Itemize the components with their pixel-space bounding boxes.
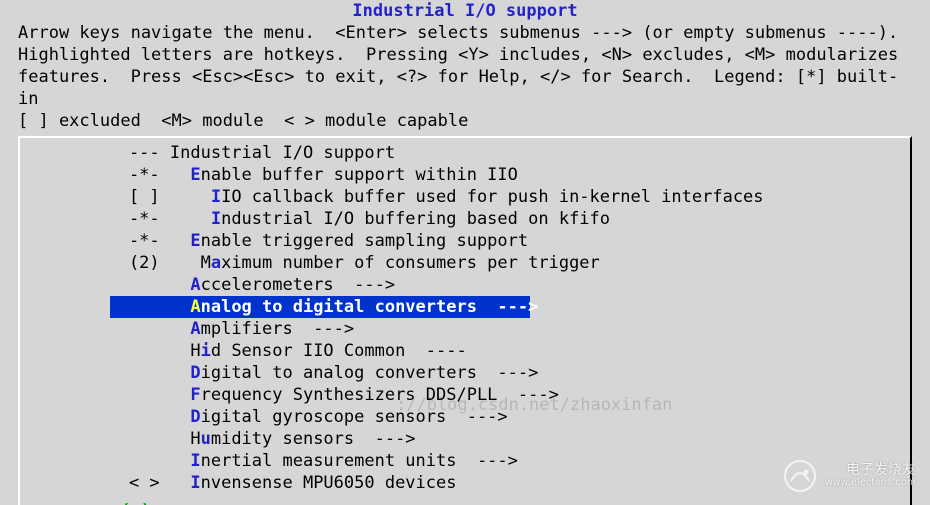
- menu-item[interactable]: Digital gyroscope sensors --->: [18, 406, 912, 428]
- menu-label: d Sensor IIO Common ----: [211, 341, 467, 361]
- menu-item[interactable]: (2) Maximum number of consumers per trig…: [18, 252, 912, 274]
- hotkey: i: [201, 341, 211, 361]
- menu-item[interactable]: -*- Enable triggered sampling support: [18, 230, 912, 252]
- menu-label: igital gyroscope sensors --->: [201, 407, 508, 427]
- hotkey: D: [190, 363, 200, 383]
- menu-item[interactable]: [ ] IIO callback buffer used for push in…: [18, 186, 912, 208]
- menu-label: ndustrial I/O buffering based on kfifo: [221, 209, 610, 229]
- menu-item[interactable]: Accelerometers --->: [18, 274, 912, 296]
- hotkey: I: [211, 187, 221, 207]
- hotkey: F: [190, 385, 200, 405]
- menu-prefix: H: [88, 429, 201, 449]
- hotkey: D: [190, 407, 200, 427]
- menu-label: nertial measurement units --->: [201, 451, 518, 471]
- menu-item[interactable]: Hid Sensor IIO Common ----: [18, 340, 912, 362]
- menu-label: requency Synthesizers DDS/PLL --->: [201, 385, 559, 405]
- logo-icon: [783, 459, 817, 493]
- menu-prefix: [88, 363, 190, 383]
- hotkey: a: [211, 253, 221, 273]
- menu-item[interactable]: Digital to analog converters --->: [18, 362, 912, 384]
- menu-item[interactable]: --- Industrial I/O support: [18, 142, 912, 164]
- menu-prefix: [88, 407, 190, 427]
- hotkey: A: [190, 319, 200, 339]
- menu-label: ximum number of consumers per trigger: [221, 253, 600, 273]
- menu-label: nvensense MPU6050 devices: [201, 473, 457, 493]
- menu-label: nable triggered sampling support: [201, 231, 529, 251]
- menu-item[interactable]: Humidity sensors --->: [18, 428, 912, 450]
- menu-prefix: -*-: [88, 165, 190, 185]
- menu-prefix: [88, 297, 190, 317]
- menu-prefix: [88, 451, 190, 471]
- menu-prefix: (2) M: [88, 253, 211, 273]
- menu-prefix: [ ]: [88, 187, 211, 207]
- menu-prefix: -*-: [88, 231, 190, 251]
- hotkey: I: [211, 209, 221, 229]
- hotkey: I: [190, 451, 200, 471]
- source-logo: 电子发烧友 www.elecfans.com: [783, 459, 916, 493]
- menu-label: mplifiers --->: [201, 319, 355, 339]
- more-indicator: v(+): [18, 500, 912, 505]
- menu-item[interactable]: -*- Enable buffer support within IIO: [18, 164, 912, 186]
- menu-label: nable buffer support within IIO: [201, 165, 518, 185]
- page-title: Industrial I/O support: [0, 0, 930, 22]
- menu-prefix: ---: [88, 143, 170, 163]
- hotkey: A: [190, 275, 200, 295]
- hotkey: A: [190, 297, 200, 317]
- help-text: Arrow keys navigate the menu. <Enter> se…: [0, 22, 930, 132]
- menu-item[interactable]: Amplifiers --->: [18, 318, 912, 340]
- hotkey: u: [201, 429, 211, 449]
- menu-prefix: [88, 385, 190, 405]
- menu-label: midity sensors --->: [211, 429, 416, 449]
- menu-label: Industrial I/O support: [170, 143, 395, 163]
- menu-prefix: [88, 319, 190, 339]
- logo-brand: 电子发烧友: [846, 461, 916, 477]
- hotkey: I: [190, 473, 200, 493]
- logo-site: www.elecfans.com: [825, 476, 916, 490]
- menu-item[interactable]: -*- Industrial I/O buffering based on kf…: [18, 208, 912, 230]
- hotkey: E: [190, 231, 200, 251]
- hotkey: E: [190, 165, 200, 185]
- menu-prefix: [88, 275, 190, 295]
- menu-item-selected[interactable]: Analog to digital converters --->: [18, 296, 912, 318]
- menu-prefix: H: [88, 341, 201, 361]
- menu-item[interactable]: < > Invensense MPU6050 devices: [18, 472, 912, 494]
- menu-label: IO callback buffer used for push in-kern…: [221, 187, 763, 207]
- menu-box: ://blog.csdn.net/zhaoxinfan --- Industri…: [18, 136, 912, 505]
- menu-prefix: < >: [88, 473, 190, 493]
- menu-item[interactable]: Frequency Synthesizers DDS/PLL --->: [18, 384, 912, 406]
- menu-label: nalog to digital converters --->: [201, 297, 539, 317]
- menu-label: ccelerometers --->: [201, 275, 395, 295]
- menu-label: igital to analog converters --->: [201, 363, 539, 383]
- menu-item[interactable]: Inertial measurement units --->: [18, 450, 912, 472]
- menu-prefix: -*-: [88, 209, 211, 229]
